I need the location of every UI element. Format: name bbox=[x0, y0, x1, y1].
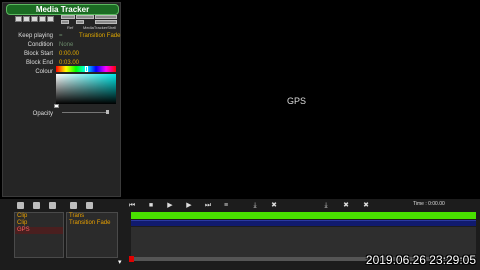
keep-playing-value[interactable]: Transition Fade bbox=[79, 33, 120, 39]
keep-playing-label: Keep playing bbox=[18, 33, 53, 39]
block-start-value[interactable]: 0:00.00 bbox=[59, 51, 79, 57]
play-button[interactable]: ▶ bbox=[164, 202, 176, 209]
keep-playing-eq: = bbox=[59, 33, 63, 39]
toolbar-button-e[interactable] bbox=[76, 20, 84, 24]
opacity-slider-handle[interactable] bbox=[106, 110, 109, 114]
list-item[interactable]: Clip bbox=[15, 220, 63, 227]
list-item-selected[interactable]: GPS bbox=[15, 227, 63, 234]
block-list[interactable]: Trans Transition Fade bbox=[66, 212, 118, 258]
mouse-cursor-icon: ▾ bbox=[118, 259, 122, 266]
paste-icon[interactable] bbox=[39, 16, 46, 22]
block-end-label: Block End bbox=[25, 60, 53, 66]
toolbar-button-d[interactable] bbox=[61, 20, 69, 24]
skip-end-button[interactable]: ⏭ bbox=[202, 202, 214, 209]
opacity-label: Opacity bbox=[32, 111, 53, 117]
viewport-label: GPS bbox=[287, 96, 307, 106]
list-item[interactable]: Transition Fade bbox=[67, 220, 117, 227]
opacity-slider[interactable] bbox=[62, 112, 108, 113]
playhead-marker[interactable] bbox=[129, 256, 134, 262]
open-icon[interactable] bbox=[23, 16, 30, 22]
insert-block-button[interactable]: ⤓ bbox=[320, 202, 332, 209]
panel-title: Media Tracker bbox=[6, 4, 119, 15]
toolbar-shell-label: MediaTrackerShell bbox=[83, 25, 117, 30]
remove-block-icon[interactable] bbox=[86, 202, 93, 209]
menu-button[interactable]: ≡ bbox=[220, 202, 232, 209]
delete-block-button[interactable]: ✖ bbox=[340, 202, 352, 209]
delete-key-button[interactable]: ✖ bbox=[268, 202, 280, 209]
delete-all-button[interactable]: ✖ bbox=[360, 202, 372, 209]
timestamp-overlay: 2019.06.26 23:29:05 bbox=[365, 253, 476, 267]
folder-icon[interactable] bbox=[17, 202, 24, 209]
toolbar-ref-label: Ref bbox=[67, 25, 74, 30]
condition-value[interactable]: None bbox=[59, 42, 73, 48]
copy-icon[interactable] bbox=[31, 16, 38, 22]
timeline-selected-block[interactable] bbox=[131, 220, 476, 226]
condition-label: Condition bbox=[27, 42, 53, 48]
colour-label: Colour bbox=[35, 69, 53, 75]
add-track-icon[interactable] bbox=[33, 202, 40, 209]
list-item[interactable]: Trans bbox=[67, 213, 117, 220]
folder-open-icon[interactable] bbox=[49, 202, 56, 209]
toolbar-button-f[interactable] bbox=[95, 20, 117, 24]
insert-key-button[interactable]: ⤓ bbox=[249, 202, 261, 209]
track-list[interactable]: Clip Clip GPS bbox=[14, 212, 64, 258]
block-start-label: Block Start bbox=[23, 51, 53, 57]
list-item[interactable]: Clip bbox=[15, 213, 63, 220]
stop-button[interactable]: ■ bbox=[145, 202, 157, 209]
toolbar-button-a[interactable] bbox=[61, 15, 75, 19]
skip-start-button[interactable]: ⏮ bbox=[126, 202, 138, 209]
play-forward-button[interactable]: ▶ bbox=[183, 202, 195, 209]
color-swatch[interactable] bbox=[54, 104, 59, 108]
timeline-block-track[interactable] bbox=[131, 212, 476, 219]
toolbar-button-b[interactable] bbox=[76, 15, 94, 19]
toolbar-button-c[interactable] bbox=[95, 15, 117, 19]
new-icon[interactable] bbox=[15, 16, 22, 22]
time-readout: Time : 0:00.00 bbox=[413, 201, 445, 207]
hue-slider-handle[interactable] bbox=[85, 66, 88, 72]
color-picker-square[interactable] bbox=[56, 74, 116, 104]
new-block-icon[interactable] bbox=[70, 202, 77, 209]
delete-icon[interactable] bbox=[47, 16, 54, 22]
